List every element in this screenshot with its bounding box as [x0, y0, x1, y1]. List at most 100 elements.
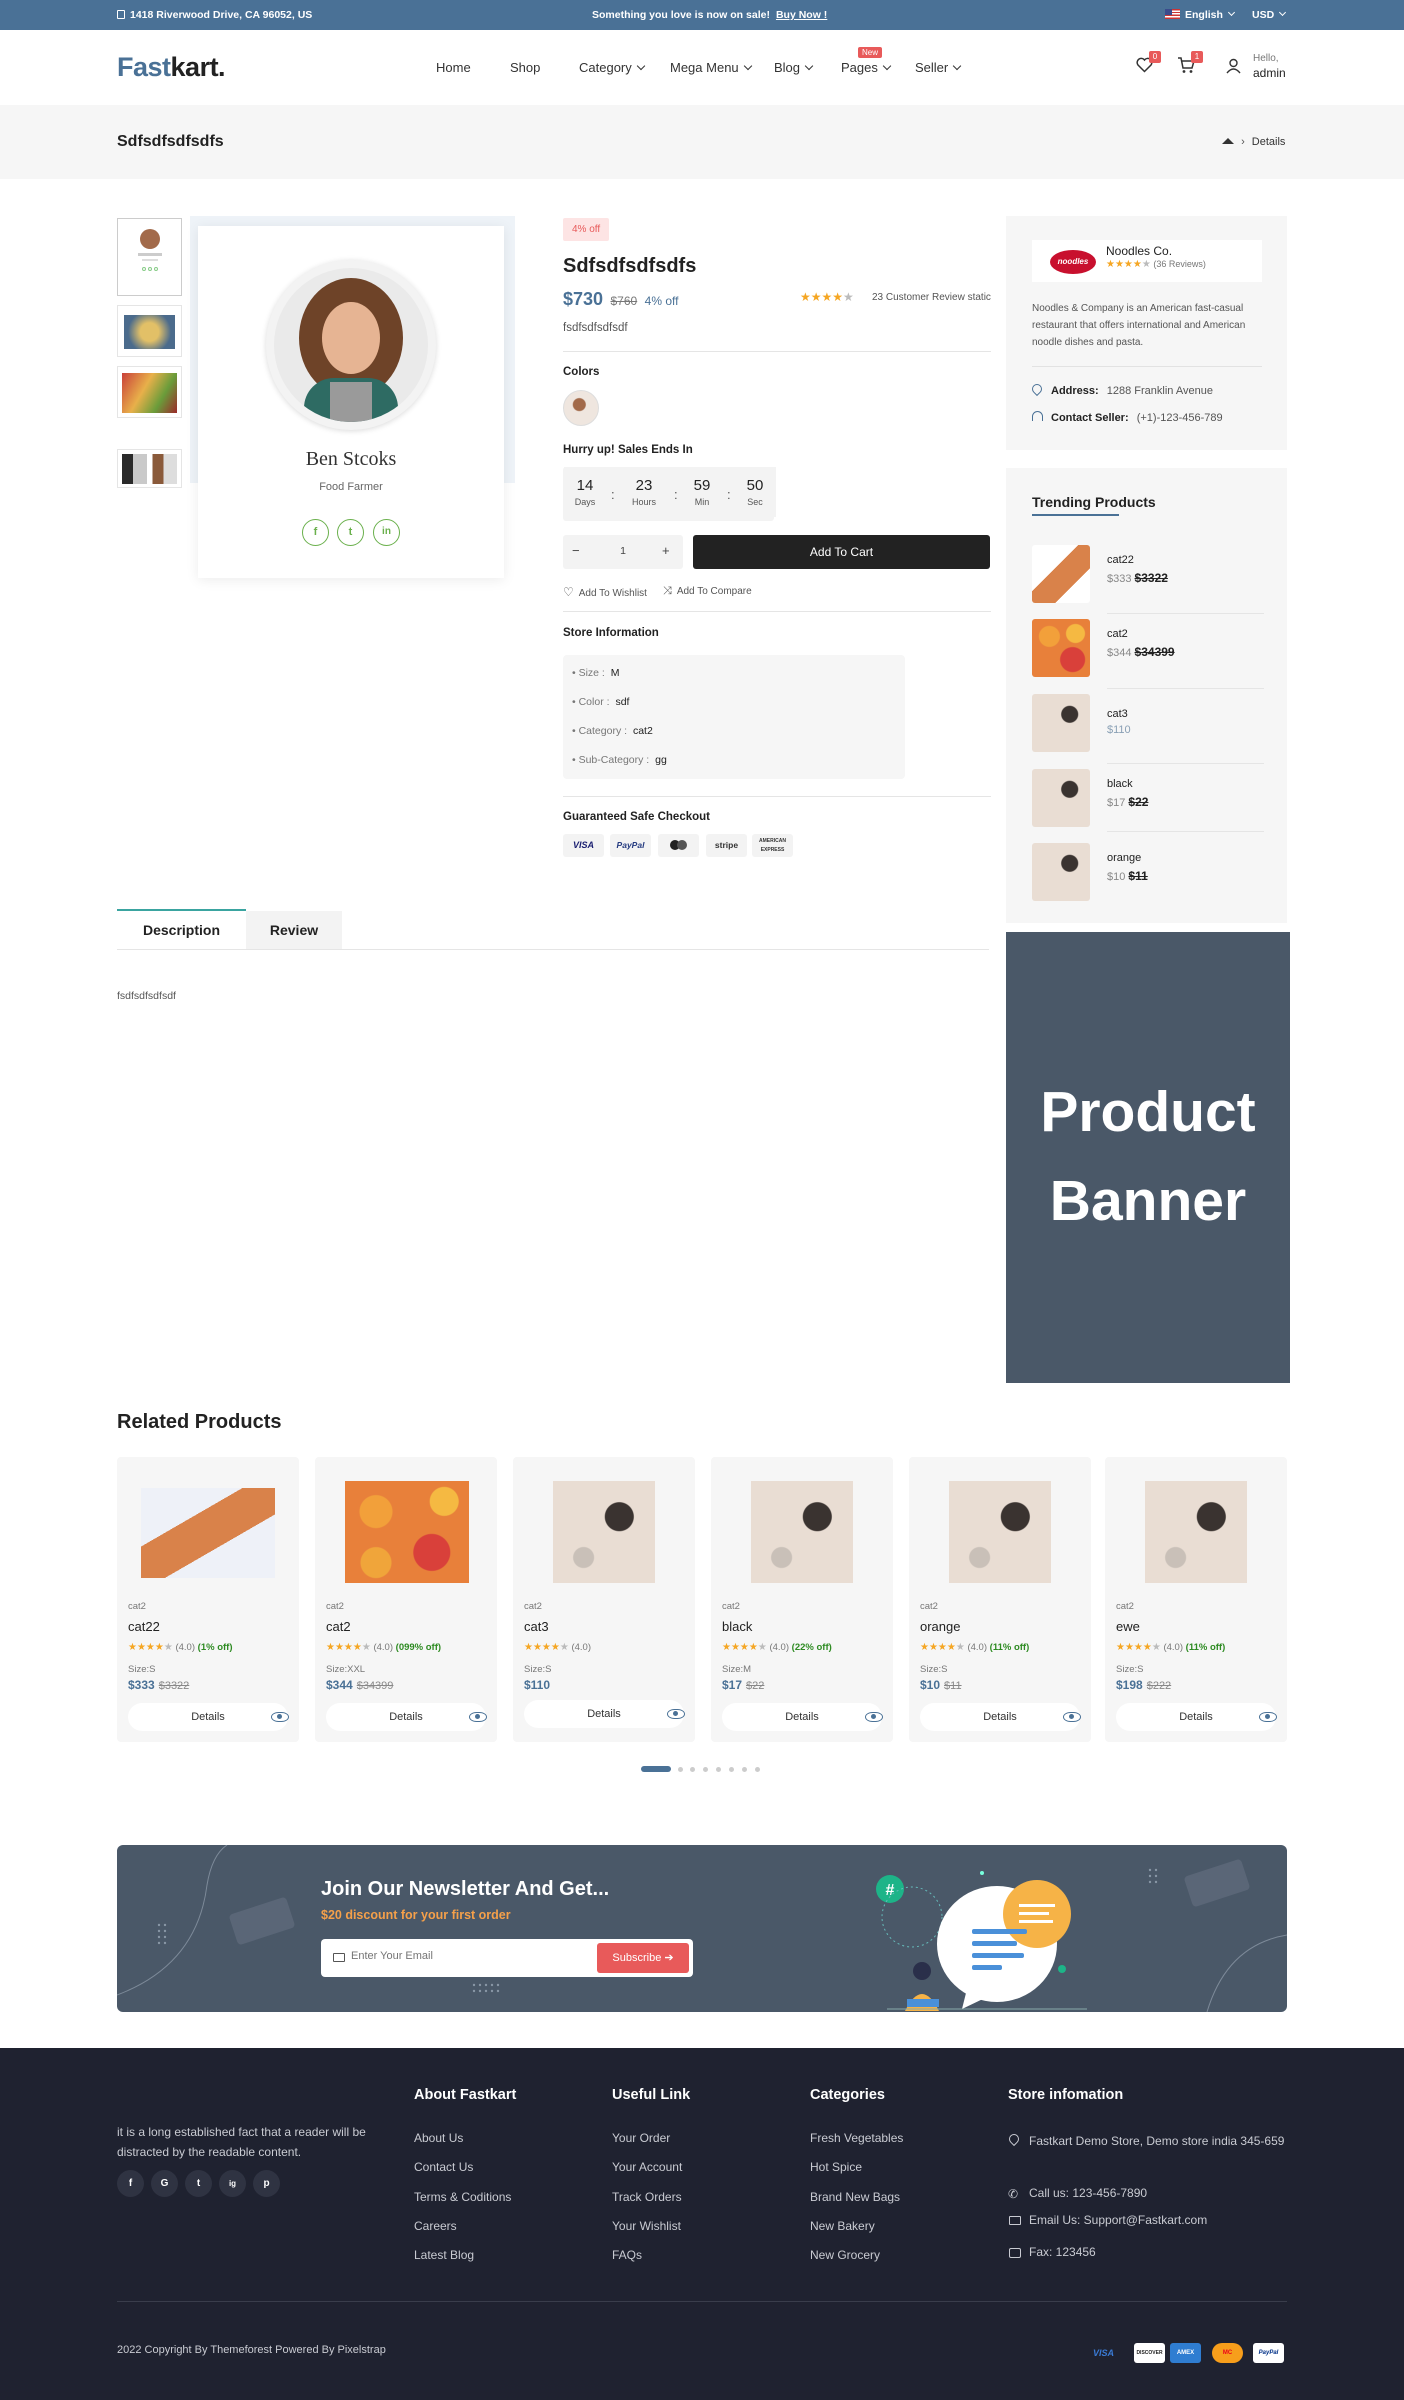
divider [117, 2301, 1287, 2302]
details-button[interactable]: Details [524, 1700, 684, 1728]
eye-icon[interactable] [1063, 1712, 1081, 1722]
subscribe-button[interactable]: Subscribe ➔ [597, 1943, 689, 1973]
vendor-name[interactable]: Noodles Co. [1106, 244, 1172, 258]
product-card[interactable]: cat2 cat22 ★★★★★ (4.0) (1% off) Size:S $… [117, 1457, 299, 1742]
eye-icon[interactable] [469, 1712, 487, 1722]
email-input[interactable] [351, 1950, 571, 1962]
carousel-dot[interactable] [678, 1767, 683, 1772]
divider [1107, 763, 1264, 764]
product-card[interactable]: cat2 cat2 ★★★★★ (4.0) (099% off) Size:XX… [315, 1457, 497, 1742]
add-to-cart-button[interactable]: Add To Cart [693, 535, 990, 569]
details-button[interactable]: Details [128, 1703, 288, 1731]
paypal-card-icon: PayPal [1253, 2343, 1284, 2363]
footer-link[interactable]: Contact Us [414, 2160, 473, 2174]
details-button[interactable]: Details [326, 1703, 486, 1731]
home-icon[interactable] [1222, 138, 1234, 144]
divider [1032, 366, 1262, 367]
chevron-down-icon [636, 61, 645, 71]
carousel-dot[interactable] [716, 1767, 721, 1772]
carousel-dot[interactable] [742, 1767, 747, 1772]
footer-link[interactable]: New Grocery [810, 2248, 880, 2262]
eye-icon[interactable] [271, 1712, 289, 1722]
twitter-icon[interactable]: t [185, 2170, 212, 2197]
carousel-dot[interactable] [690, 1767, 695, 1772]
profile-photo [274, 268, 428, 422]
product-card[interactable]: cat2 cat3 ★★★★★ (4.0) Size:S $110 Detail… [513, 1457, 695, 1742]
footer-link[interactable]: Your Account [612, 2160, 682, 2174]
greeting-text: Hello, [1253, 53, 1279, 64]
product-card[interactable]: cat2 orange ★★★★★ (4.0) (11% off) Size:S… [909, 1457, 1091, 1742]
checkout-label: Guaranteed Safe Checkout [563, 811, 710, 823]
product-thumbnail[interactable] [117, 449, 182, 488]
username[interactable]: admin [1253, 66, 1286, 80]
facebook-icon[interactable]: f [117, 2170, 144, 2197]
colors-label: Colors [563, 366, 600, 378]
details-button[interactable]: Details [722, 1703, 882, 1731]
carousel-dot[interactable] [755, 1767, 760, 1772]
eye-icon[interactable] [865, 1712, 883, 1722]
footer-link[interactable]: FAQs [612, 2248, 642, 2262]
chevron-down-icon [1227, 8, 1235, 17]
newsletter-subtitle: $20 discount for your first order [321, 1908, 511, 1922]
plus-button[interactable]: + [662, 543, 670, 558]
twitter-icon[interactable]: t [337, 519, 364, 546]
eye-icon[interactable] [667, 1709, 685, 1719]
nav-category[interactable]: Category [579, 60, 645, 75]
footer-link[interactable]: Your Wishlist [612, 2219, 681, 2233]
carousel-dot[interactable] [703, 1767, 708, 1772]
color-swatch[interactable] [563, 390, 599, 426]
product-thumbnail[interactable] [117, 366, 182, 418]
product-thumbnail[interactable] [117, 305, 182, 357]
details-button[interactable]: Details [1116, 1703, 1276, 1731]
vendor-rating: ★★★★★ (36 Reviews) [1106, 259, 1206, 270]
footer-link[interactable]: Fresh Vegetables [810, 2131, 903, 2145]
nav-blog[interactable]: Blog [774, 60, 814, 75]
language-selector[interactable]: English [1165, 8, 1235, 21]
footer-link[interactable]: Hot Spice [810, 2160, 862, 2174]
rating-stars: ★★★★★ [326, 1642, 371, 1653]
footer-link[interactable]: Your Order [612, 2131, 670, 2145]
pinterest-icon[interactable]: p [253, 2170, 280, 2197]
google-icon[interactable]: G [151, 2170, 178, 2197]
footer-link[interactable]: About Us [414, 2131, 463, 2145]
carousel-dot-active[interactable] [641, 1766, 671, 1772]
location-pin-icon [1006, 2131, 1022, 2147]
user-icon[interactable] [1226, 58, 1241, 74]
footer-link[interactable]: Terms & Coditions [414, 2190, 511, 2204]
footer-link[interactable]: Brand New Bags [810, 2190, 900, 2204]
details-button[interactable]: Details [920, 1703, 1080, 1731]
footer-link[interactable]: Careers [414, 2219, 457, 2233]
footer-link[interactable]: Track Orders [612, 2190, 682, 2204]
product-card[interactable]: cat2 black ★★★★★ (4.0) (22% off) Size:M … [711, 1457, 893, 1742]
footer-email[interactable]: Email Us: Support@Fastkart.com [1029, 2213, 1207, 2227]
product-thumbnail[interactable] [117, 218, 182, 296]
nav-seller[interactable]: Seller [915, 60, 962, 75]
quantity-stepper: − 1 + [563, 535, 683, 569]
add-to-wishlist-link[interactable]: ♡ Add To Wishlist [563, 585, 647, 599]
review-count[interactable]: 23 Customer Review static [872, 292, 991, 303]
footer-link[interactable]: New Bakery [810, 2219, 875, 2233]
nav-shop[interactable]: Shop [510, 60, 540, 75]
linkedin-icon[interactable]: in [373, 519, 400, 546]
footer-link[interactable]: Latest Blog [414, 2248, 474, 2262]
product-image [1032, 545, 1090, 603]
footer-phone[interactable]: Call us: 123-456-7890 [1029, 2186, 1147, 2200]
instagram-icon[interactable]: ig [219, 2170, 246, 2197]
nav-home[interactable]: Home [436, 60, 471, 75]
tab-review[interactable]: Review [246, 911, 342, 949]
buy-now-link[interactable]: Buy Now ! [776, 9, 827, 21]
vendor-description: Noodles & Company is an American fast-ca… [1032, 303, 1246, 348]
nav-pages[interactable]: Pages [841, 60, 892, 75]
product-card[interactable]: cat2 ewe ★★★★★ (4.0) (11% off) Size:S $1… [1105, 1457, 1287, 1742]
currency-selector[interactable]: USD [1252, 8, 1287, 21]
facebook-icon[interactable]: f [302, 519, 329, 546]
vendor-contact: Contact Seller: (+1)-123-456-789 [1032, 411, 1223, 424]
logo[interactable]: Fastkart. [117, 52, 226, 83]
countdown-label: Hurry up! Sales Ends In [563, 444, 693, 456]
tab-description[interactable]: Description [117, 909, 246, 949]
carousel-dot[interactable] [729, 1767, 734, 1772]
add-to-compare-link[interactable]: ⤨ Add To Compare [663, 585, 752, 598]
nav-mega-menu[interactable]: Mega Menu [670, 60, 752, 75]
product-banner[interactable]: Product Banner [1006, 932, 1290, 1383]
eye-icon[interactable] [1259, 1712, 1277, 1722]
